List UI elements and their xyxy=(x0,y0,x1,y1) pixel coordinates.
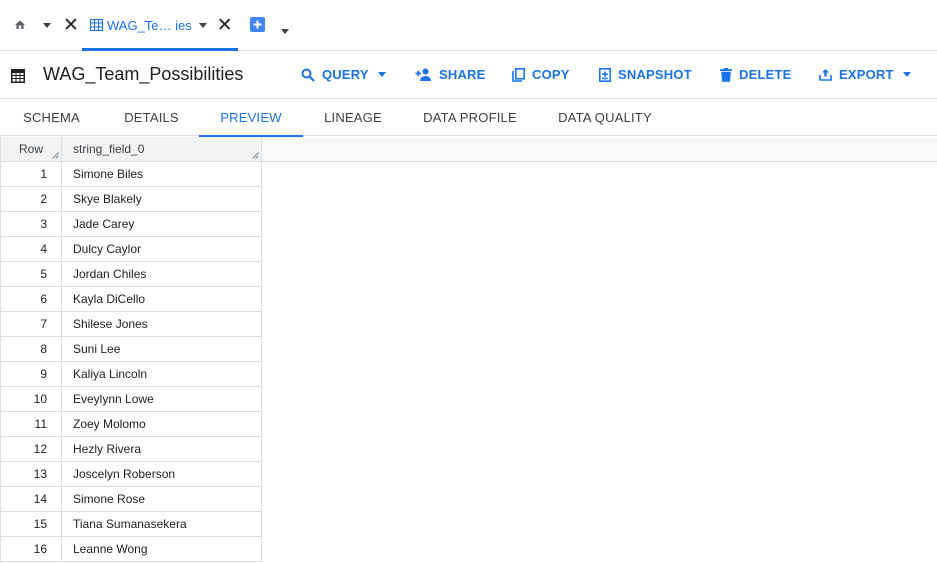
table-icon xyxy=(90,19,103,31)
string-field-cell[interactable]: Joscelyn Roberson xyxy=(62,462,262,487)
chevron-down-icon[interactable] xyxy=(281,29,289,34)
delete-icon xyxy=(720,67,732,82)
table-row[interactable]: 13 Joscelyn Roberson xyxy=(0,462,262,487)
table-row[interactable]: 6 Kayla DiCello xyxy=(0,287,262,312)
row-number-cell: 6 xyxy=(0,287,62,312)
table-row[interactable]: 3 Jade Carey xyxy=(0,212,262,237)
table-row[interactable]: 7 Shilese Jones xyxy=(0,312,262,337)
row-number-cell: 7 xyxy=(0,312,62,337)
export-button[interactable]: EXPORT xyxy=(819,67,911,82)
close-icon[interactable]: ✕ xyxy=(217,16,233,35)
copy-icon xyxy=(512,67,525,82)
row-number-cell: 14 xyxy=(0,487,62,512)
row-number-cell: 10 xyxy=(0,387,62,412)
tab-wag-team[interactable]: WAG_Te… ies ✕ xyxy=(82,0,238,51)
row-number-cell: 4 xyxy=(0,237,62,262)
tab-data-profile[interactable]: DATA PROFILE xyxy=(417,100,523,136)
column-header-string-field-0[interactable]: string_field_0 xyxy=(62,137,262,162)
tab-details[interactable]: DETAILS xyxy=(116,100,187,136)
snapshot-icon xyxy=(599,67,611,82)
table-row[interactable]: 12 Hezly Rivera xyxy=(0,437,262,462)
row-number-cell: 8 xyxy=(0,337,62,362)
export-icon xyxy=(819,68,832,81)
string-field-cell[interactable]: Leanne Wong xyxy=(62,537,262,562)
string-field-cell[interactable]: Simone Biles xyxy=(62,162,262,187)
string-field-cell[interactable]: Kayla DiCello xyxy=(62,287,262,312)
string-field-cell[interactable]: Simone Rose xyxy=(62,487,262,512)
tab-preview[interactable]: PREVIEW xyxy=(199,100,303,137)
row-number-cell: 15 xyxy=(0,512,62,537)
row-number-cell: 11 xyxy=(0,412,62,437)
chevron-down-icon xyxy=(902,72,911,77)
string-field-cell[interactable]: Tiana Sumanasekera xyxy=(62,512,262,537)
snapshot-label: SNAPSHOT xyxy=(618,67,692,82)
share-button[interactable]: SHARE xyxy=(415,67,486,82)
row-number-cell: 16 xyxy=(0,537,62,562)
snapshot-button[interactable]: SNAPSHOT xyxy=(599,67,692,82)
close-icon[interactable]: ✕ xyxy=(63,16,79,35)
delete-button[interactable]: DELETE xyxy=(720,67,791,82)
table-icon xyxy=(11,69,25,83)
tab-schema[interactable]: SCHEMA xyxy=(14,100,89,136)
query-label: QUERY xyxy=(322,67,369,82)
string-field-cell[interactable]: Jade Carey xyxy=(62,212,262,237)
add-tab-icon[interactable] xyxy=(249,16,266,33)
row-number-cell: 9 xyxy=(0,362,62,387)
column-header-label: Row xyxy=(18,142,43,156)
table-row[interactable]: 1 Simone Biles xyxy=(0,162,262,187)
tab-home[interactable]: ✕ xyxy=(0,0,79,50)
delete-label: DELETE xyxy=(739,67,792,82)
copy-label: COPY xyxy=(532,67,570,82)
export-label: EXPORT xyxy=(839,67,894,82)
row-number-cell: 5 xyxy=(0,262,62,287)
string-field-cell[interactable]: Kaliya Lincoln xyxy=(62,362,262,387)
column-header-label: string_field_0 xyxy=(73,142,145,156)
string-field-cell[interactable]: Zoey Molomo xyxy=(62,412,262,437)
tab-lineage[interactable]: LINEAGE xyxy=(317,100,389,136)
string-field-cell[interactable]: Hezly Rivera xyxy=(62,437,262,462)
resize-handle-icon[interactable] xyxy=(52,152,59,159)
chevron-down-icon[interactable] xyxy=(43,22,51,28)
title-bar: WAG_Team_Possibilities QUERY SHARE COPY … xyxy=(0,51,937,99)
row-number-cell: 3 xyxy=(0,212,62,237)
tab-title: WAG_Te… ies xyxy=(107,17,192,33)
table-row[interactable]: 16 Leanne Wong xyxy=(0,537,262,562)
string-field-cell[interactable]: Shilese Jones xyxy=(62,312,262,337)
search-icon xyxy=(301,68,315,82)
table-row[interactable]: 14 Simone Rose xyxy=(0,487,262,512)
page-title: WAG_Team_Possibilities xyxy=(43,64,244,84)
row-number-cell: 2 xyxy=(0,187,62,212)
tab-strip: ✕ WAG_Te… ies ✕ xyxy=(0,0,937,51)
table-row[interactable]: 2 Skye Blakely xyxy=(0,187,262,212)
tab-data-quality[interactable]: DATA QUALITY xyxy=(551,100,659,136)
results-grid: Row string_field_0 1 Simone Biles 2 Skye Bl… xyxy=(0,137,937,563)
table-row[interactable]: 5 Jordan Chiles xyxy=(0,262,262,287)
column-header-row[interactable]: Row xyxy=(0,137,62,162)
row-number-cell: 13 xyxy=(0,462,62,487)
detail-tabs: SCHEMA DETAILS PREVIEW LINEAGE DATA PROF… xyxy=(0,100,937,137)
table-row[interactable]: 11 Zoey Molomo xyxy=(0,412,262,437)
row-number-cell: 12 xyxy=(0,437,62,462)
copy-button[interactable]: COPY xyxy=(512,67,570,82)
query-button[interactable]: QUERY xyxy=(301,67,386,82)
table-row[interactable]: 10 Eveylynn Lowe xyxy=(0,387,262,412)
resize-handle-icon[interactable] xyxy=(252,152,259,159)
table-row[interactable]: 4 Dulcy Caylor xyxy=(0,237,262,262)
table-row[interactable]: 9 Kaliya Lincoln xyxy=(0,362,262,387)
chevron-down-icon[interactable] xyxy=(198,22,207,28)
string-field-cell[interactable]: Dulcy Caylor xyxy=(62,237,262,262)
chevron-down-icon xyxy=(377,72,386,77)
string-field-cell[interactable]: Jordan Chiles xyxy=(62,262,262,287)
string-field-cell[interactable]: Eveylynn Lowe xyxy=(62,387,262,412)
row-number-cell: 1 xyxy=(0,162,62,187)
string-field-cell[interactable]: Skye Blakely xyxy=(62,187,262,212)
string-field-cell[interactable]: Suni Lee xyxy=(62,337,262,362)
table-row[interactable]: 8 Suni Lee xyxy=(0,337,262,362)
home-icon xyxy=(14,19,26,31)
person-add-icon xyxy=(415,68,432,81)
table-row[interactable]: 15 Tiana Sumanasekera xyxy=(0,512,262,537)
share-label: SHARE xyxy=(439,67,486,82)
